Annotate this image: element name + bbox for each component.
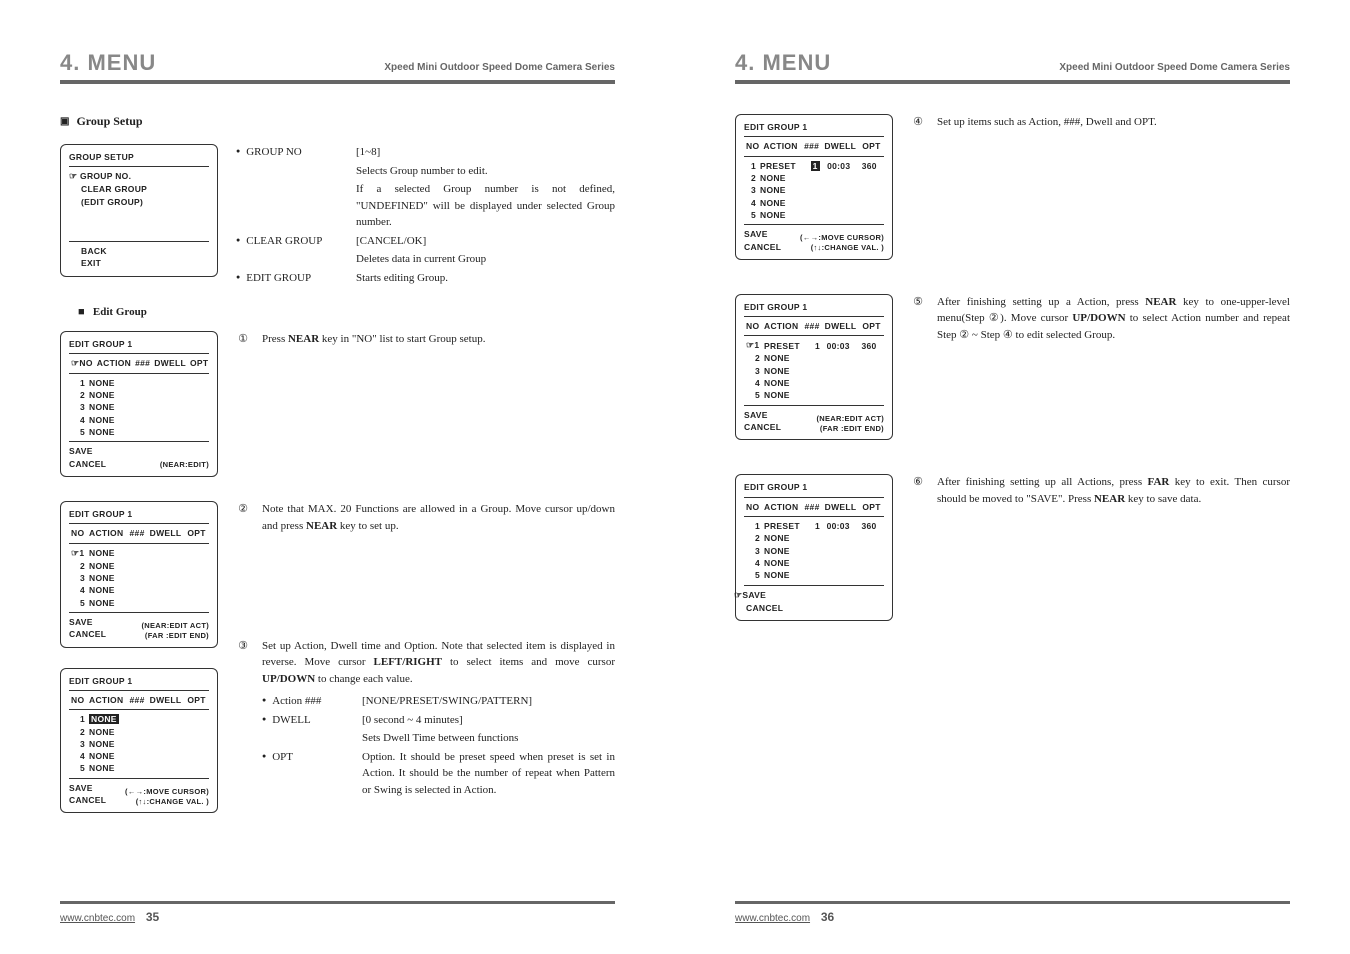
page-footer: www.cnbtec.com 35 xyxy=(60,901,615,924)
osd-group-setup: GROUP SETUP ☞ GROUP NO. CLEAR GROUP (EDI… xyxy=(60,144,218,277)
def-key: OPT xyxy=(262,749,352,799)
def-val: [1~8] xyxy=(356,144,615,161)
osd-cancel: CANCEL xyxy=(744,421,781,433)
osd-cancel: CANCEL xyxy=(69,628,106,640)
step-number: ① xyxy=(236,331,250,348)
step-number: ④ xyxy=(911,114,925,131)
osd-note: (↑↓:CHANGE VAL. ) xyxy=(800,243,884,253)
footer-url: www.cnbtec.com xyxy=(735,913,810,924)
def-val: Selects Group number to edit. xyxy=(356,163,615,180)
page-left: 4. MENU Xpeed Mini Outdoor Speed Dome Ca… xyxy=(0,0,675,954)
page-right: 4. MENU Xpeed Mini Outdoor Speed Dome Ca… xyxy=(675,0,1350,954)
step-text: After finishing setting up a Action, pre… xyxy=(937,294,1290,344)
osd-back: BACK xyxy=(81,245,209,257)
def-key: DWELL xyxy=(262,712,352,729)
osd-save: SAVE xyxy=(69,445,106,457)
osd-title: EDIT GROUP 1 xyxy=(69,338,209,350)
step-text: Set up Action, Dwell time and Option. No… xyxy=(262,638,615,688)
square-icon: ▣ xyxy=(60,116,69,127)
page-number: 36 xyxy=(821,910,834,924)
page-header: 4. MENU Xpeed Mini Outdoor Speed Dome Ca… xyxy=(735,50,1290,84)
step-number: ② xyxy=(236,501,250,534)
def-val: Deletes data in current Group xyxy=(356,251,615,268)
subsection-text: Edit Group xyxy=(93,306,147,318)
osd-cancel: CANCEL xyxy=(744,241,781,253)
def-key: Action ### xyxy=(262,693,352,710)
def-val: Starts editing Group. xyxy=(356,270,615,287)
step-text: Press NEAR key in "NO" list to start Gro… xyxy=(262,331,615,348)
osd-save: SAVE xyxy=(69,782,106,794)
step-number: ⑤ xyxy=(911,294,925,344)
osd-save: SAVE xyxy=(742,590,766,600)
section-title-text: Group Setup xyxy=(76,114,142,128)
def-val: [NONE/PRESET/SWING/PATTERN] xyxy=(362,693,615,710)
step3-defs: Action ### [NONE/PRESET/SWING/PATTERN] D… xyxy=(262,693,615,798)
osd-edit-group-5: EDIT GROUP 1 NOACTION###DWELLOPT ☞1PRESE… xyxy=(735,294,893,441)
osd-note: (NEAR:EDIT) xyxy=(160,460,209,470)
def-key: CLEAR GROUP xyxy=(236,233,346,250)
def-val: If a selected Group number is not define… xyxy=(356,181,615,231)
osd-edit-group-4: EDIT GROUP 1 NOACTION###DWELLOPT 1PRESET… xyxy=(735,114,893,260)
osd-edit-group-6: EDIT GROUP 1 NOACTION###DWELLOPT 1PRESET… xyxy=(735,474,893,621)
osd-title: EDIT GROUP 1 xyxy=(69,508,209,520)
page-footer: www.cnbtec.com 36 xyxy=(735,901,1290,924)
page-header: 4. MENU Xpeed Mini Outdoor Speed Dome Ca… xyxy=(60,50,615,84)
page-content-right: EDIT GROUP 1 NOACTION###DWELLOPT 1PRESET… xyxy=(735,104,1290,901)
reverse-cell: 1 xyxy=(811,161,820,171)
osd-edit-group-3: EDIT GROUP 1 NOACTION###DWELLOPT 1NONE 2… xyxy=(60,668,218,814)
hand-icon: ☞ xyxy=(69,171,77,181)
def-val: Sets Dwell Time between functions xyxy=(362,730,615,747)
osd-save: SAVE xyxy=(744,409,781,421)
def-val: Option. It should be preset speed when p… xyxy=(362,749,615,799)
osd-title: EDIT GROUP 1 xyxy=(744,481,884,493)
osd-title: EDIT GROUP 1 xyxy=(744,301,884,313)
def-val: [CANCEL/OK] xyxy=(356,233,615,250)
step-text: Set up items such as Action, ###, Dwell … xyxy=(937,114,1290,131)
osd-note: (FAR :EDIT END) xyxy=(141,631,209,641)
header-menu: 4. MENU xyxy=(735,50,831,76)
step-number: ③ xyxy=(236,638,250,688)
step-text: Note that MAX. 20 Functions are allowed … xyxy=(262,501,615,534)
osd-table: ☞NOACTION###DWELLOPT xyxy=(69,357,210,370)
def-key: GROUP NO xyxy=(236,144,346,161)
osd-cancel: CANCEL xyxy=(69,794,106,806)
def-val: [0 second ~ 4 minutes] xyxy=(362,712,615,729)
header-series: Xpeed Mini Outdoor Speed Dome Camera Ser… xyxy=(1059,62,1290,73)
osd-item: CLEAR GROUP xyxy=(81,183,209,195)
group-def-list: GROUP NO [1~8] Selects Group number to e… xyxy=(236,144,615,286)
osd-item: (EDIT GROUP) xyxy=(81,196,209,208)
osd-note: (FAR :EDIT END) xyxy=(816,424,884,434)
header-menu: 4. MENU xyxy=(60,50,156,76)
page-number: 35 xyxy=(146,910,159,924)
subsection-edit-group: ■ Edit Group xyxy=(78,304,615,321)
osd-title: GROUP SETUP xyxy=(69,151,209,163)
osd-cancel: CANCEL xyxy=(746,602,884,614)
osd-exit: EXIT xyxy=(81,257,209,269)
osd-title: EDIT GROUP 1 xyxy=(69,675,209,687)
page-content-left: ▣ Group Setup GROUP SETUP ☞ GROUP NO. CL… xyxy=(60,104,615,901)
step-number: ⑥ xyxy=(911,474,925,507)
osd-cancel: CANCEL xyxy=(69,458,106,470)
reverse-cell: NONE xyxy=(89,714,119,724)
osd-edit-group-2: EDIT GROUP 1 NOACTION###DWELLOPT ☞1NONE … xyxy=(60,501,218,648)
osd-note: (↑↓:CHANGE VAL. ) xyxy=(125,797,209,807)
osd-note: (←→:MOVE CURSOR) xyxy=(800,233,884,243)
square-icon: ■ xyxy=(78,306,85,318)
step-text: After finishing setting up all Actions, … xyxy=(937,474,1290,507)
osd-note: (NEAR:EDIT ACT) xyxy=(816,414,884,424)
section-title: ▣ Group Setup xyxy=(60,112,615,130)
osd-save: SAVE xyxy=(69,616,106,628)
osd-note: (NEAR:EDIT ACT) xyxy=(141,621,209,631)
osd-table-body: 1NONE 2NONE 3NONE 4NONE 5NONE xyxy=(69,377,209,439)
osd-title: EDIT GROUP 1 xyxy=(744,121,884,133)
osd-item: GROUP NO. xyxy=(80,171,131,181)
def-key: EDIT GROUP xyxy=(236,270,346,287)
footer-url: www.cnbtec.com xyxy=(60,913,135,924)
osd-note: (←→:MOVE CURSOR) xyxy=(125,787,209,797)
osd-save: SAVE xyxy=(744,228,781,240)
osd-edit-group-1: EDIT GROUP 1 ☞NOACTION###DWELLOPT 1NONE … xyxy=(60,331,218,478)
header-series: Xpeed Mini Outdoor Speed Dome Camera Ser… xyxy=(384,62,615,73)
